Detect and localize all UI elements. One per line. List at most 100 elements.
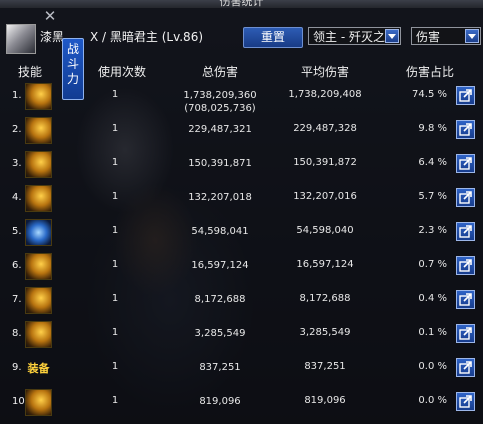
row-index: 1. — [12, 90, 22, 101]
average-damage: 819,096 — [304, 395, 346, 406]
reset-button[interactable]: 重置 — [243, 27, 303, 48]
dark-slash-skill-icon[interactable] — [25, 117, 52, 144]
mode-dropdown-value: 伤害 — [416, 30, 441, 44]
row-index: 5. — [12, 226, 22, 237]
row-index: 2. — [12, 124, 22, 135]
character-class-level: X / 黑暗君主 (Lv.86) — [90, 30, 204, 44]
table-row: 2. 1 229,487,321 229,487,328 9.8 % — [0, 113, 483, 146]
damage-share: 0.1 % — [418, 327, 447, 338]
total-damage-value: 132,207,018 — [188, 192, 252, 203]
total-damage: 16,597,124 — [170, 259, 270, 272]
chevron-down-icon[interactable] — [385, 29, 399, 43]
total-damage-value: 150,391,871 — [188, 158, 252, 169]
dark-slash-skill-icon[interactable] — [25, 389, 52, 416]
average-damage: 54,598,040 — [296, 225, 354, 236]
total-damage: 1,738,209,360 (708,025,736) — [170, 89, 270, 115]
close-icon[interactable]: ✕ — [43, 9, 57, 24]
share-export-icon[interactable] — [456, 188, 475, 207]
damage-share: 0.0 % — [418, 395, 447, 406]
use-count: 1 — [111, 157, 119, 168]
damage-share: 6.4 % — [418, 157, 447, 168]
damage-share: 2.3 % — [418, 225, 447, 236]
total-damage: 132,207,018 — [170, 191, 270, 204]
total-damage: 8,172,688 — [170, 293, 270, 306]
header-use-count: 使用次数 — [97, 65, 146, 79]
table-row: 9. 装备 1 837,251 837,251 0.0 % — [0, 351, 483, 384]
share-export-icon[interactable] — [456, 290, 475, 309]
average-damage: 16,597,124 — [296, 259, 354, 270]
total-damage-value: 837,251 — [199, 362, 241, 373]
share-export-icon[interactable] — [456, 154, 475, 173]
share-export-icon[interactable] — [456, 222, 475, 241]
header-average-damage: 平均伤害 — [300, 65, 349, 79]
average-damage: 132,207,016 — [293, 191, 357, 202]
average-damage: 150,391,872 — [293, 157, 357, 168]
total-damage-value: 819,096 — [199, 396, 241, 407]
dark-slash-skill-icon[interactable] — [25, 185, 52, 212]
share-export-icon[interactable] — [456, 324, 475, 343]
use-count: 1 — [111, 361, 119, 372]
row-index: 4. — [12, 192, 22, 203]
row-index: 3. — [12, 158, 22, 169]
total-damage-value: 3,285,549 — [194, 328, 246, 339]
table-row: 4. 1 132,207,018 132,207,016 5.7 % — [0, 181, 483, 214]
header-skill: 技能 — [17, 65, 42, 79]
total-damage: 150,391,871 — [170, 157, 270, 170]
total-damage: 3,285,549 — [170, 327, 270, 340]
row-index: 6. — [12, 260, 22, 271]
total-damage-value: 8,172,688 — [194, 294, 246, 305]
damage-share: 0.7 % — [418, 259, 447, 270]
dark-orb-skill-icon[interactable] — [25, 253, 52, 280]
table-row: 1. 1 1,738,209,360 (708,025,736) 1,738,209,4… — [0, 79, 483, 115]
use-count: 1 — [111, 327, 119, 338]
total-damage-value: 1,738,209,360 — [183, 90, 257, 101]
row-index: 9. — [12, 362, 22, 373]
total-damage: 837,251 — [170, 361, 270, 374]
use-count: 1 — [111, 225, 119, 236]
total-damage: 229,487,321 — [170, 123, 270, 136]
damage-share: 9.8 % — [418, 123, 447, 134]
flame-skill-icon[interactable] — [25, 83, 52, 110]
rune-circle-skill-icon[interactable] — [25, 287, 52, 314]
use-count: 1 — [111, 395, 119, 406]
table-row: 5. 1 54,598,041 54,598,040 2.3 % — [0, 215, 483, 248]
table-row: 7. 1 8,172,688 8,172,688 0.4 % — [0, 283, 483, 316]
share-export-icon[interactable] — [456, 358, 475, 377]
share-export-icon[interactable] — [456, 86, 475, 105]
share-export-icon[interactable] — [456, 120, 475, 139]
share-export-icon[interactable] — [456, 256, 475, 275]
dark-slash-skill-icon[interactable] — [25, 151, 52, 178]
character-portrait — [6, 24, 36, 54]
damage-share: 0.0 % — [418, 361, 447, 372]
average-damage: 1,738,209,408 — [288, 89, 362, 100]
blue-aura-skill-icon[interactable] — [25, 219, 52, 246]
average-damage: 8,172,688 — [299, 293, 351, 304]
target-dropdown[interactable]: 领主 - 歼灭之 — [308, 27, 401, 45]
average-damage: 3,285,549 — [299, 327, 351, 338]
use-count: 1 — [111, 191, 119, 202]
use-count: 1 — [111, 293, 119, 304]
total-damage-value: 54,598,041 — [191, 226, 249, 237]
chevron-down-icon[interactable] — [465, 29, 479, 43]
average-damage: 837,251 — [304, 361, 346, 372]
total-damage-value: 16,597,124 — [191, 260, 249, 271]
table-row: 8. 1 3,285,549 3,285,549 0.1 % — [0, 317, 483, 350]
damage-share: 74.5 % — [412, 89, 447, 100]
header-total-damage: 总伤害 — [201, 65, 238, 79]
table-row: 6. 1 16,597,124 16,597,124 0.7 % — [0, 249, 483, 282]
header-damage-share: 伤害占比 — [405, 65, 454, 79]
table-row: 10. 1 819,096 819,096 0.0 % — [0, 385, 483, 418]
total-damage-value: 229,487,321 — [188, 124, 252, 135]
damage-share: 0.4 % — [418, 293, 447, 304]
use-count: 1 — [111, 123, 119, 134]
share-export-icon[interactable] — [456, 392, 475, 411]
mode-dropdown[interactable]: 伤害 — [411, 27, 481, 45]
title-bar[interactable]: 伤害统计 — [0, 0, 483, 8]
total-damage: 54,598,041 — [170, 225, 270, 238]
table-row: 3. 1 150,391,871 150,391,872 6.4 % — [0, 147, 483, 180]
average-damage: 229,487,328 — [293, 123, 357, 134]
equipment-label[interactable]: 装备 — [25, 355, 52, 382]
window-title: 伤害统计 — [219, 0, 264, 8]
row-index: 7. — [12, 294, 22, 305]
rune-circle-skill-icon[interactable] — [25, 321, 52, 348]
